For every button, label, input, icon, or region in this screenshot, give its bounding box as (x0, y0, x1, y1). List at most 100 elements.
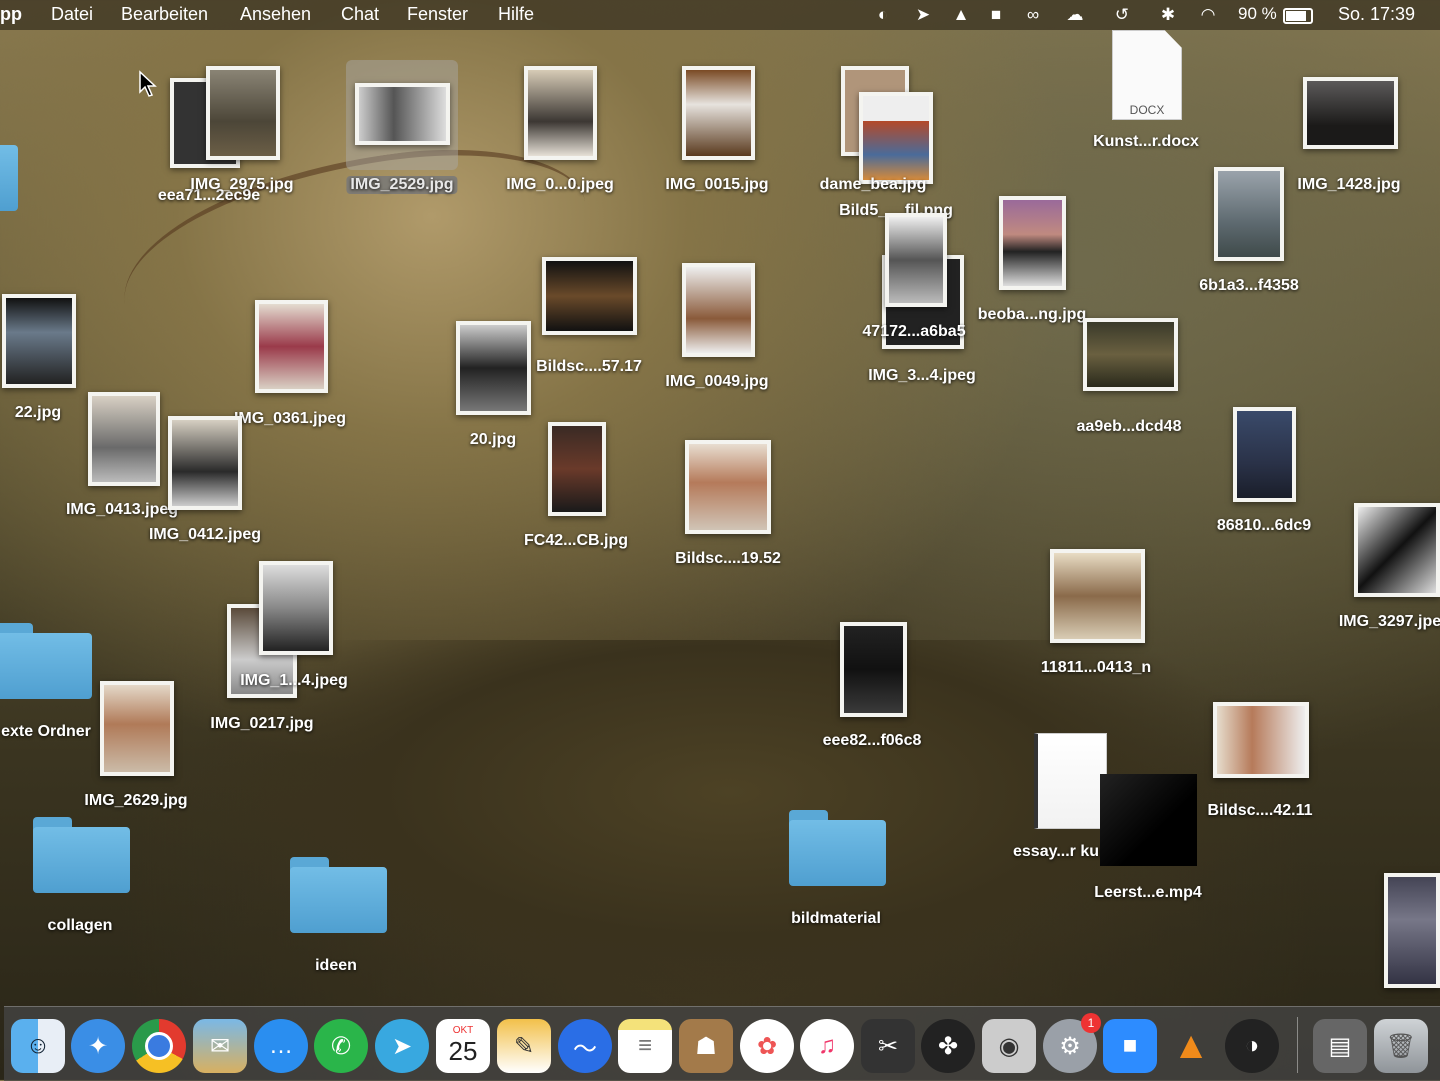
telegram-status-icon[interactable]: ➤ (911, 4, 935, 26)
obs-status-icon[interactable]: ◐ (871, 4, 895, 26)
folder-icon[interactable] (0, 145, 18, 211)
mouse-cursor-icon (139, 70, 157, 97)
file-thumbnail[interactable] (1233, 407, 1296, 502)
openoffice-icon[interactable]: 〜 (558, 1019, 612, 1073)
file-thumbnail[interactable] (548, 422, 606, 516)
video-thumbnail[interactable] (1100, 774, 1197, 866)
docx-type-label: DOCX (1129, 103, 1165, 117)
zoom-icon[interactable]: ■ (1103, 1019, 1157, 1073)
system-preferences-icon[interactable]: ⚙ 1 (1043, 1013, 1101, 1073)
file-thumbnail[interactable] (1050, 549, 1145, 643)
calendar-day: 25 (448, 1036, 478, 1066)
file-thumbnail[interactable] (542, 257, 637, 335)
file-label: IMG_3297.jpe (1338, 613, 1440, 630)
music-icon[interactable]: ♫ (800, 1019, 854, 1073)
file-thumbnail[interactable] (685, 440, 771, 534)
document-icon[interactable] (1034, 733, 1107, 829)
clock[interactable]: So. 17:39 (1338, 4, 1415, 25)
battery-percent[interactable]: 90 % (1238, 4, 1277, 24)
telegram-icon[interactable]: ➤ (375, 1019, 429, 1073)
vlc-status-icon[interactable]: ▲ (949, 4, 973, 26)
menu-ansehen[interactable]: Ansehen (240, 4, 311, 25)
menu-bearbeiten[interactable]: Bearbeiten (121, 4, 208, 25)
file-thumbnail[interactable] (682, 66, 755, 160)
photos-icon[interactable]: ✿ (740, 1019, 794, 1073)
bluetooth-icon[interactable]: ✱ (1156, 4, 1180, 26)
folder-icon[interactable] (0, 623, 92, 699)
downloads-stack-icon[interactable]: ▤ (1313, 1019, 1367, 1073)
calendar-icon[interactable]: OKT 25 (436, 1019, 490, 1073)
file-label: 6b1a3...f4358 (1199, 277, 1299, 294)
chrome-center-icon (145, 1032, 173, 1060)
mail-icon[interactable]: ✉ (193, 1019, 247, 1073)
file-thumbnail[interactable] (1303, 77, 1398, 149)
file-thumbnail[interactable] (255, 300, 328, 393)
obs-icon[interactable]: ◑ (1225, 1019, 1279, 1073)
messages-icon[interactable]: … (254, 1019, 308, 1073)
file-label: IMG_0...0.jpeg (506, 176, 614, 193)
file-thumbnail[interactable] (206, 66, 280, 160)
file-thumbnail[interactable] (840, 622, 907, 717)
file-label: Bildsc....57.17 (536, 358, 642, 375)
folder-icon[interactable] (789, 810, 886, 886)
file-thumbnail[interactable] (1214, 167, 1284, 261)
menu-chat[interactable]: Chat (341, 4, 379, 25)
file-label: IMG_0049.jpg (665, 373, 769, 390)
file-thumbnail[interactable] (1354, 503, 1440, 597)
file-thumbnail[interactable] (1213, 702, 1309, 778)
file-thumbnail[interactable] (859, 92, 933, 184)
file-thumbnail[interactable] (2, 294, 76, 388)
contacts-icon[interactable]: ☗ (679, 1019, 733, 1073)
creative-cloud-icon[interactable]: ∞ (1021, 4, 1045, 26)
file-label: 11811...0413_n (1040, 659, 1152, 676)
file-thumbnail[interactable] (524, 66, 597, 160)
battery-icon[interactable] (1283, 8, 1313, 24)
file-thumbnail[interactable] (999, 196, 1066, 290)
dock: ☺ ✦ ✉ … ✆ ➤ OKT 25 ✎ 〜 ≡ ☗ ✿ ♫ ✂ ✤ ◉ ⚙ 1… (4, 1006, 1440, 1081)
docx-icon[interactable]: DOCX (1112, 30, 1182, 120)
vlc-icon[interactable]: ▲ (1164, 1019, 1218, 1073)
wifi-icon[interactable]: ◠ (1196, 4, 1220, 26)
file-label: Bildsc....19.52 (675, 550, 781, 567)
file-thumbnail[interactable] (1083, 318, 1178, 391)
menu-fenster[interactable]: Fenster (407, 4, 468, 25)
file-label: IMG_2629.jpg (84, 792, 188, 809)
notes-icon[interactable]: ≡ (618, 1019, 672, 1073)
trash-icon[interactable]: 🗑 (1374, 1019, 1428, 1073)
folder-body (33, 827, 130, 893)
file-label: IMG_1428.jpg (1297, 176, 1401, 193)
time-machine-icon[interactable]: ↺ (1110, 4, 1134, 26)
file-label: IMG_0412.jpeg (148, 526, 262, 543)
safari-icon[interactable]: ✦ (71, 1019, 125, 1073)
cloud-upload-icon[interactable]: ☁ (1063, 4, 1087, 26)
file-label: IMG_1...4.jpeg (240, 672, 348, 689)
battery-level (1286, 11, 1306, 21)
file-label: IMG_0015.jpg (665, 176, 769, 193)
disk-utility-icon[interactable]: ◉ (982, 1019, 1036, 1073)
pages-icon[interactable]: ✎ (497, 1019, 551, 1073)
file-thumbnail[interactable] (100, 681, 174, 776)
screenshot-thumbnail[interactable] (1384, 873, 1440, 988)
file-thumbnail[interactable] (259, 561, 333, 655)
zoom-status-icon[interactable]: ■ (984, 4, 1008, 26)
file-thumbnail[interactable] (168, 416, 242, 510)
folder-icon[interactable] (33, 817, 130, 893)
whatsapp-icon[interactable]: ✆ (314, 1019, 368, 1073)
davinci-resolve-icon[interactable]: ✤ (921, 1019, 975, 1073)
file-thumbnail[interactable] (355, 83, 450, 145)
file-thumbnail[interactable] (456, 321, 531, 415)
file-label: 22.jpg (14, 404, 62, 421)
final-cut-icon[interactable]: ✂ (861, 1019, 915, 1073)
file-thumbnail[interactable] (885, 213, 947, 307)
file-thumbnail[interactable] (88, 392, 160, 486)
chrome-icon[interactable] (132, 1019, 186, 1073)
file-thumbnail[interactable] (682, 263, 755, 357)
finder-icon[interactable]: ☺ (11, 1019, 65, 1073)
folder-body (290, 867, 387, 933)
dock-separator (1297, 1017, 1298, 1073)
folder-body (0, 145, 18, 211)
folder-icon[interactable] (290, 857, 387, 933)
menu-app[interactable]: pp (0, 4, 22, 25)
menu-hilfe[interactable]: Hilfe (498, 4, 534, 25)
menu-datei[interactable]: Datei (51, 4, 93, 25)
